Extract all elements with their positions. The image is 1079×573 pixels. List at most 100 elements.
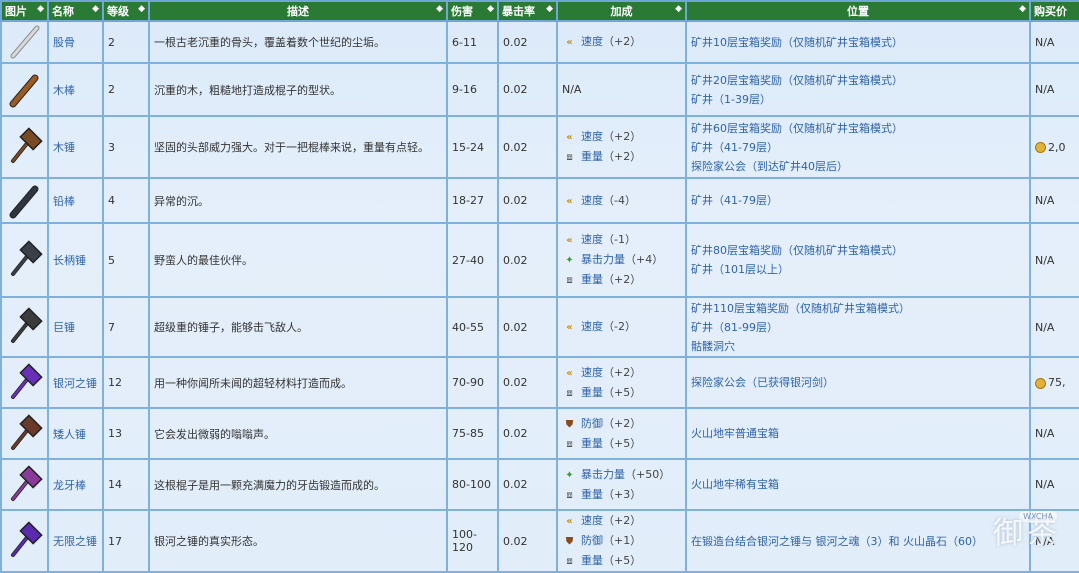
location-link[interactable]: 矿井20层宝箱奖励（仅随机矿井宝箱模式） — [691, 71, 1025, 90]
weapon-name-link[interactable]: 银河之锤 — [47, 356, 104, 409]
bonus-label-link[interactable]: 重量 — [581, 150, 603, 163]
column-header-label: 位置 — [847, 5, 869, 18]
bonus-item: « 速度（-2） — [562, 317, 681, 337]
sort-icon[interactable]: ◆ — [436, 4, 443, 14]
weapon-icon — [10, 413, 43, 450]
location-link[interactable]: 矿井（41-79层） — [691, 138, 1025, 157]
location-cell: 矿井10层宝箱奖励（仅随机矿井宝箱模式） — [685, 20, 1031, 64]
crit-chance-cell: 0.02 — [497, 177, 558, 224]
column-header[interactable]: 图片 ◆ — [0, 0, 49, 22]
location-link[interactable]: 骷髅洞穴 — [691, 337, 1025, 356]
price-cell: N/A — [1029, 458, 1079, 511]
column-header[interactable]: 位置 ◆ — [685, 0, 1031, 22]
weapon-name-link[interactable]: 股骨 — [47, 20, 104, 64]
weight-icon: ⧈ — [566, 152, 573, 163]
location-link[interactable]: 火山地牢普通宝箱 — [691, 424, 1025, 443]
weight-icon: ⧈ — [566, 387, 573, 399]
sort-icon[interactable]: ◆ — [138, 4, 145, 14]
bonus-label-link[interactable]: 暴击力量 — [581, 468, 625, 481]
column-header[interactable]: 等级 ◆ — [102, 0, 150, 22]
location-link[interactable]: 探险家公会（已获得银河剑） — [691, 373, 1025, 392]
bonus-label-link[interactable]: 速度 — [581, 366, 603, 379]
location-link[interactable]: 矿井60层宝箱奖励（仅随机矿井宝箱模式） — [691, 119, 1025, 138]
bonus-label-link[interactable]: 重量 — [581, 273, 603, 286]
damage-cell: 15-24 — [446, 115, 499, 179]
column-header[interactable]: 暴击率 ◆ — [497, 0, 558, 22]
sort-icon[interactable]: ◆ — [675, 4, 682, 14]
bonus-label-link[interactable]: 速度 — [581, 514, 603, 527]
weapon-image-cell — [0, 20, 49, 64]
bonus-label-link[interactable]: 防御 — [581, 417, 603, 430]
location-link[interactable]: 探险家公会（到达矿井40层后） — [691, 157, 1025, 176]
speed-icon: « — [566, 195, 573, 207]
bonus-value: （-1） — [603, 233, 636, 246]
column-header-label: 暴击率 — [502, 5, 535, 18]
bonus-label-link[interactable]: 暴击力量 — [581, 253, 625, 266]
bonus-label-link[interactable]: 重量 — [581, 554, 603, 567]
gold-coin-icon — [1035, 377, 1046, 389]
sort-icon[interactable]: ◆ — [1019, 4, 1026, 14]
weapon-name-link[interactable]: 巨锤 — [47, 296, 104, 358]
bonus-label-link[interactable]: 重量 — [581, 386, 603, 399]
weapon-name-link[interactable]: 木锤 — [47, 115, 104, 179]
bonus-value: （+2） — [603, 273, 642, 286]
crit-chance-cell: 0.02 — [497, 222, 558, 298]
table-header-row: 图片◆名称◆等级◆描述◆伤害◆暴击率◆加成◆位置◆购买价◆ — [0, 0, 1079, 22]
sort-icon[interactable]: ◆ — [37, 4, 44, 14]
bonus-value: （+5） — [603, 385, 642, 399]
location-link[interactable]: 矿井10层宝箱奖励（仅随机矿井宝箱模式） — [691, 33, 1025, 52]
bonus-cell: « 速度（+2） ⛊ 防御（+1） ⧈ 重量（+5） — [556, 509, 687, 573]
bonus-label-link[interactable]: 速度 — [581, 194, 603, 207]
bonus-cell: « 速度（-1） ✦ 暴击力量（+4） ⧈ 重量（+2） — [556, 222, 687, 298]
location-link[interactable]: 在锻造台结合银河之锤与 银河之魂（3）和 火山晶石（60） — [691, 532, 1025, 551]
weapon-name-link[interactable]: 长柄锤 — [47, 222, 104, 298]
location-link[interactable]: 矿井110层宝箱奖励（仅随机矿井宝箱模式） — [691, 299, 1025, 318]
weapon-name-link[interactable]: 铅棒 — [47, 177, 104, 224]
weapon-image-cell — [0, 356, 49, 409]
column-header[interactable]: 描述 ◆ — [148, 0, 448, 22]
weapon-name-link[interactable]: 龙牙棒 — [47, 458, 104, 511]
bonus-label-link[interactable]: 速度 — [581, 233, 603, 246]
bonus-label-link[interactable]: 速度 — [581, 130, 603, 143]
price-value: N/A — [1035, 253, 1055, 267]
location-link[interactable]: 火山地牢稀有宝箱 — [691, 475, 1025, 494]
sort-icon[interactable]: ◆ — [92, 4, 99, 14]
column-header-label: 伤害 — [451, 5, 473, 18]
damage-cell: 27-40 — [446, 222, 499, 298]
column-header-label: 描述 — [287, 5, 309, 18]
sort-icon[interactable]: ◆ — [546, 4, 553, 14]
bonus-item: ✦ 暴击力量（+50） — [562, 465, 681, 485]
bonus-value: （+2） — [603, 514, 642, 527]
column-header[interactable]: 购买价◆ — [1029, 0, 1079, 22]
price-cell: N/A — [1029, 407, 1079, 460]
column-header[interactable]: 伤害 ◆ — [446, 0, 499, 22]
bonus-value: （+4） — [625, 253, 664, 266]
bonus-label-link[interactable]: 重量 — [581, 488, 603, 501]
bonus-label-link[interactable]: 重量 — [581, 437, 603, 450]
bonus-label-link[interactable]: 防御 — [581, 534, 603, 547]
bonus-value: （+2） — [603, 35, 642, 48]
bonus-label-link[interactable]: 速度 — [581, 320, 603, 333]
column-header[interactable]: 名称 ◆ — [47, 0, 104, 22]
crit-chance-cell: 0.02 — [497, 509, 558, 573]
column-header[interactable]: 加成 ◆ — [556, 0, 687, 22]
level-cell: 3 — [102, 115, 150, 179]
location-link[interactable]: 矿井（81-99层） — [691, 318, 1025, 337]
weapon-name-link[interactable]: 木棒 — [47, 62, 104, 117]
location-link[interactable]: 矿井（41-79层） — [691, 191, 1025, 210]
weapon-image-cell — [0, 509, 49, 573]
crit-chance-cell: 0.02 — [497, 20, 558, 64]
price-cell: N/A — [1029, 296, 1079, 358]
weapon-name-link[interactable]: 矮人锤 — [47, 407, 104, 460]
bonus-label-link[interactable]: 速度 — [581, 35, 603, 48]
weapon-name-link[interactable]: 无限之锤 — [47, 509, 104, 573]
location-link[interactable]: 矿井（1-39层） — [691, 90, 1025, 109]
bonus-value: （+50） — [625, 467, 671, 481]
location-link[interactable]: 矿井（101层以上） — [691, 260, 1025, 279]
description-cell: 用一种你闻所未闻的超轻材料打造而成。 — [148, 356, 448, 409]
sort-icon[interactable]: ◆ — [487, 4, 494, 14]
price-value: N/A — [1035, 35, 1055, 49]
bonus-cell: ⛊ 防御（+2） ⧈ 重量（+5） — [556, 407, 687, 460]
location-link[interactable]: 矿井80层宝箱奖励（仅随机矿井宝箱模式） — [691, 241, 1025, 260]
crit-power-icon: ✦ — [565, 469, 574, 481]
